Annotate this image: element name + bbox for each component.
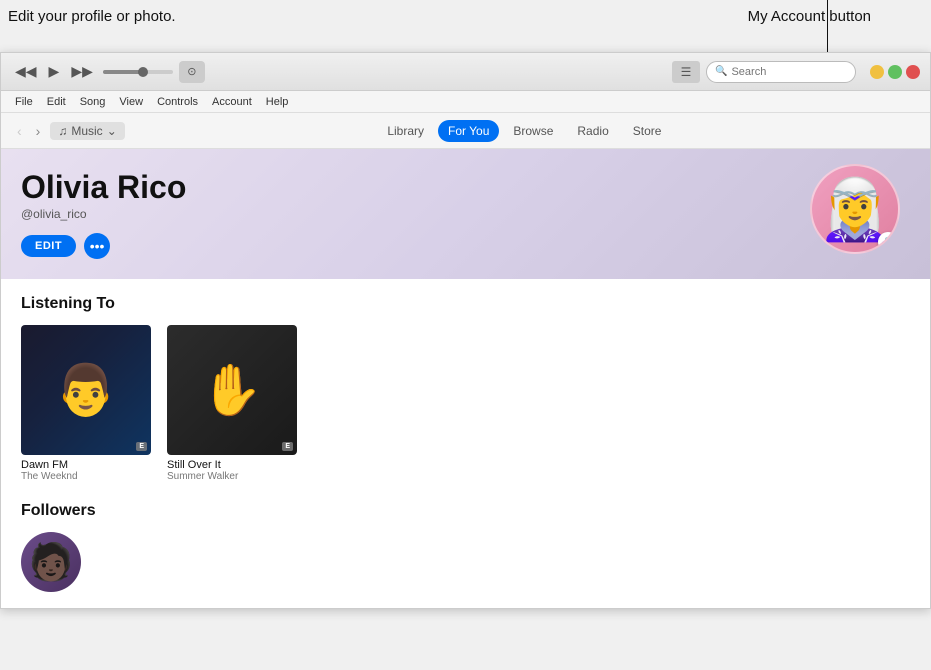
album-item-dawn-fm: 👨 E Dawn FM The Weeknd: [21, 325, 151, 482]
annotation-line: [827, 0, 828, 52]
search-icon: 🔍: [715, 66, 727, 77]
menu-item-edit[interactable]: Edit: [41, 94, 72, 110]
transport-controls: ◀◀ ▶ ▶▶: [11, 61, 97, 82]
navbar: ‹ › ♫ Music ⌄ LibraryFor YouBrowseRadioS…: [1, 113, 930, 149]
titlebar-right: ☰ 🔍 — □ ✕: [672, 61, 920, 83]
explicit-badge-dawn: E: [136, 442, 147, 451]
search-box[interactable]: 🔍: [706, 61, 856, 83]
nav-tab-radio[interactable]: Radio: [567, 120, 618, 142]
titlebar: ◀◀ ▶ ▶▶ ⊙ ☰ 🔍 — □ ✕: [1, 53, 930, 91]
nav-back-arrow[interactable]: ‹: [13, 121, 26, 141]
annotation-bar: Edit your profile or photo. My Account b…: [0, 0, 931, 52]
album-title-dawn: Dawn FM: [21, 459, 151, 471]
menu-item-file[interactable]: File: [9, 94, 39, 110]
list-view-button[interactable]: ☰: [672, 61, 700, 83]
followers-section: Followers 🧑🏿: [21, 502, 910, 592]
minimize-button[interactable]: —: [870, 65, 884, 79]
window-controls: — □ ✕: [870, 65, 920, 79]
profile-avatar[interactable]: 🧝‍♀️ 🔒: [810, 164, 900, 254]
nav-tab-browse[interactable]: Browse: [503, 120, 563, 142]
followers-title: Followers: [21, 502, 910, 520]
nav-tabs: LibraryFor YouBrowseRadioStore: [131, 120, 918, 142]
follower-avatar-0[interactable]: 🧑🏿: [21, 532, 81, 592]
menu-item-controls[interactable]: Controls: [151, 94, 204, 110]
nav-tab-store[interactable]: Store: [623, 120, 672, 142]
profile-handle: @olivia_rico: [21, 207, 910, 221]
nav-tab-library[interactable]: Library: [377, 120, 434, 142]
nav-music-selector[interactable]: ♫ Music ⌄: [50, 122, 124, 140]
menu-item-view[interactable]: View: [113, 94, 149, 110]
menubar: FileEditSongViewControlsAccountHelp: [1, 91, 930, 113]
nav-music-label: Music: [71, 124, 102, 138]
lock-badge: 🔒: [878, 232, 898, 252]
main-content: Listening To 👨 E Dawn FM The Weeknd ✋ E …: [1, 279, 930, 608]
explicit-badge-still: E: [282, 442, 293, 451]
play-button[interactable]: ▶: [45, 61, 64, 82]
profile-name: Olivia Rico: [21, 170, 910, 205]
back-button[interactable]: ◀◀: [11, 61, 41, 82]
album-title-still: Still Over It: [167, 459, 297, 471]
search-input[interactable]: [731, 66, 841, 78]
album-art-still-inner: ✋: [167, 325, 297, 455]
airplay-button[interactable]: ⊙: [179, 61, 205, 83]
album-art-dawn[interactable]: 👨 E: [21, 325, 151, 455]
album-artist-dawn: The Weeknd: [21, 471, 151, 482]
nav-forward-arrow[interactable]: ›: [32, 121, 45, 141]
volume-slider[interactable]: [103, 70, 173, 74]
albums-row: 👨 E Dawn FM The Weeknd ✋ E Still Over It…: [21, 325, 910, 482]
annotation-left-text: Edit your profile or photo.: [8, 8, 176, 25]
nav-music-chevron: ⌄: [107, 124, 117, 138]
maximize-button[interactable]: □: [888, 65, 902, 79]
menu-item-account[interactable]: Account: [206, 94, 258, 110]
nav-tab-for-you[interactable]: For You: [438, 120, 499, 142]
profile-actions: EDIT •••: [21, 233, 910, 259]
listening-to-title: Listening To: [21, 295, 910, 313]
itunes-window: ◀◀ ▶ ▶▶ ⊙ ☰ 🔍 — □ ✕ FileEditSongViewCont…: [0, 52, 931, 609]
profile-header: Olivia Rico @olivia_rico EDIT ••• 🧝‍♀️ 🔒: [1, 149, 930, 279]
menu-item-song[interactable]: Song: [74, 94, 112, 110]
forward-button[interactable]: ▶▶: [67, 61, 97, 82]
annotation-right-text: My Account button: [748, 8, 871, 25]
more-button[interactable]: •••: [84, 233, 110, 259]
follower-emoji-0: 🧑🏿: [29, 541, 74, 583]
album-art-still[interactable]: ✋ E: [167, 325, 297, 455]
close-button[interactable]: ✕: [906, 65, 920, 79]
edit-button[interactable]: EDIT: [21, 235, 76, 257]
music-note-icon: ♫: [58, 124, 67, 138]
annotation-container: Edit your profile or photo. My Account b…: [0, 0, 931, 52]
volume-thumb: [138, 67, 148, 77]
album-artist-still: Summer Walker: [167, 471, 297, 482]
profile-info: Olivia Rico @olivia_rico EDIT •••: [21, 170, 910, 259]
album-art-dawn-inner: 👨: [21, 325, 151, 455]
menu-item-help[interactable]: Help: [260, 94, 295, 110]
album-item-still-over-it: ✋ E Still Over It Summer Walker: [167, 325, 297, 482]
